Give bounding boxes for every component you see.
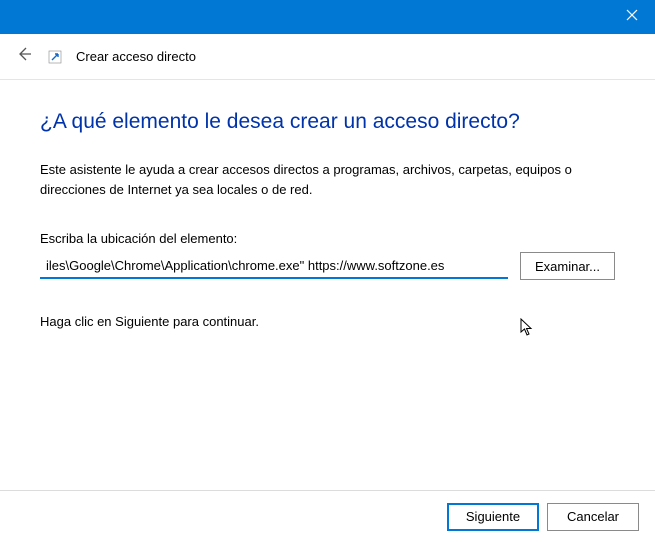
back-button[interactable]	[14, 47, 34, 67]
browse-button[interactable]: Examinar...	[520, 252, 615, 280]
location-input[interactable]	[40, 253, 508, 279]
content-area: ¿A qué elemento le desea crear un acceso…	[0, 80, 655, 329]
back-arrow-icon	[16, 46, 32, 67]
titlebar	[0, 0, 655, 34]
input-row: Examinar...	[40, 252, 615, 280]
wizard-title: Crear acceso directo	[76, 49, 196, 64]
close-button[interactable]	[609, 0, 655, 34]
wizard-header: Crear acceso directo	[0, 34, 655, 80]
description-text: Este asistente le ayuda a crear accesos …	[40, 160, 615, 199]
footer: Siguiente Cancelar	[0, 490, 655, 542]
location-label: Escriba la ubicación del elemento:	[40, 231, 615, 246]
continue-text: Haga clic en Siguiente para continuar.	[40, 314, 615, 329]
close-icon	[626, 8, 638, 26]
main-question: ¿A qué elemento le desea crear un acceso…	[40, 110, 615, 134]
next-button[interactable]: Siguiente	[447, 503, 539, 531]
cancel-button[interactable]: Cancelar	[547, 503, 639, 531]
shortcut-icon	[48, 50, 62, 64]
